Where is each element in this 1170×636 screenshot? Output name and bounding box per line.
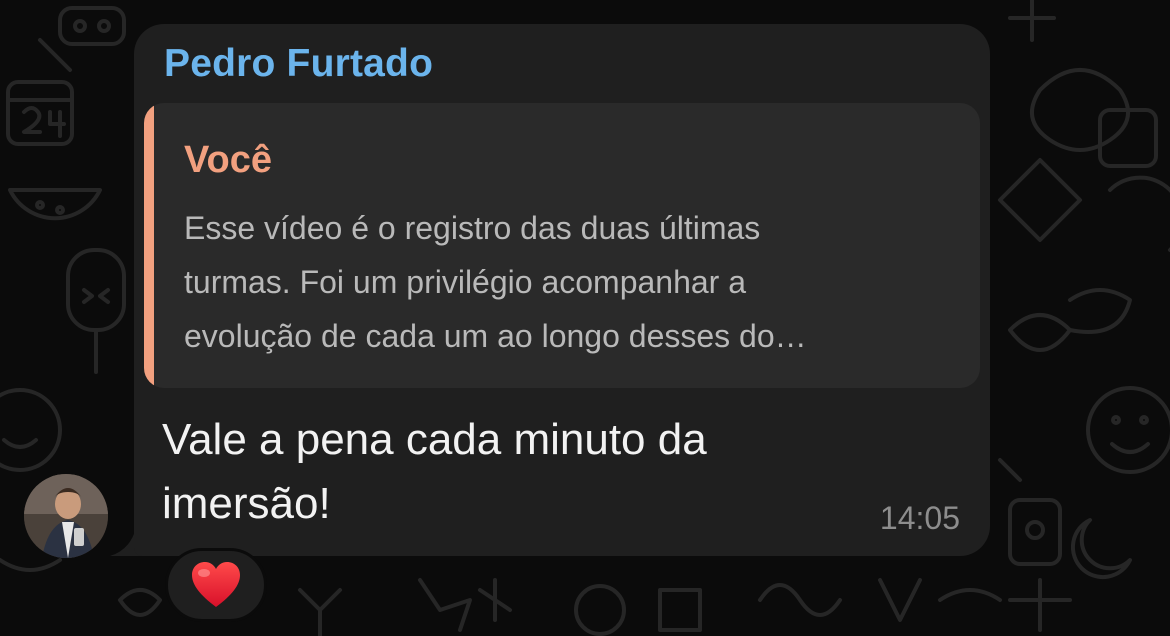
reaction-badge[interactable] xyxy=(165,548,267,622)
sender-avatar[interactable] xyxy=(24,474,108,558)
message-text: Vale a pena cada minuto da imersão! xyxy=(162,408,822,536)
message-bubble[interactable]: Pedro Furtado Você Esse vídeo é o regist… xyxy=(134,24,990,556)
quote-accent-bar xyxy=(144,103,154,388)
message-timestamp: 14:05 xyxy=(879,500,960,536)
quoted-text-line: evolução de cada um ao longo desses do… xyxy=(184,318,807,354)
message-text-line: imersão! xyxy=(162,479,331,528)
quoted-text: Esse vídeo é o registro das duas últimas… xyxy=(184,201,974,363)
heart-icon xyxy=(192,562,240,607)
message-text-line: Vale a pena cada minuto da xyxy=(162,415,707,464)
quoted-text-line: turmas. Foi um privilégio acompanhar a xyxy=(184,264,747,300)
avatar-photo xyxy=(24,474,108,558)
sender-name[interactable]: Pedro Furtado xyxy=(164,42,433,86)
quoted-text-line: Esse vídeo é o registro das duas últimas xyxy=(184,210,761,246)
quoted-message[interactable]: Você Esse vídeo é o registro das duas úl… xyxy=(144,103,980,388)
quoted-author: Você xyxy=(184,139,273,181)
